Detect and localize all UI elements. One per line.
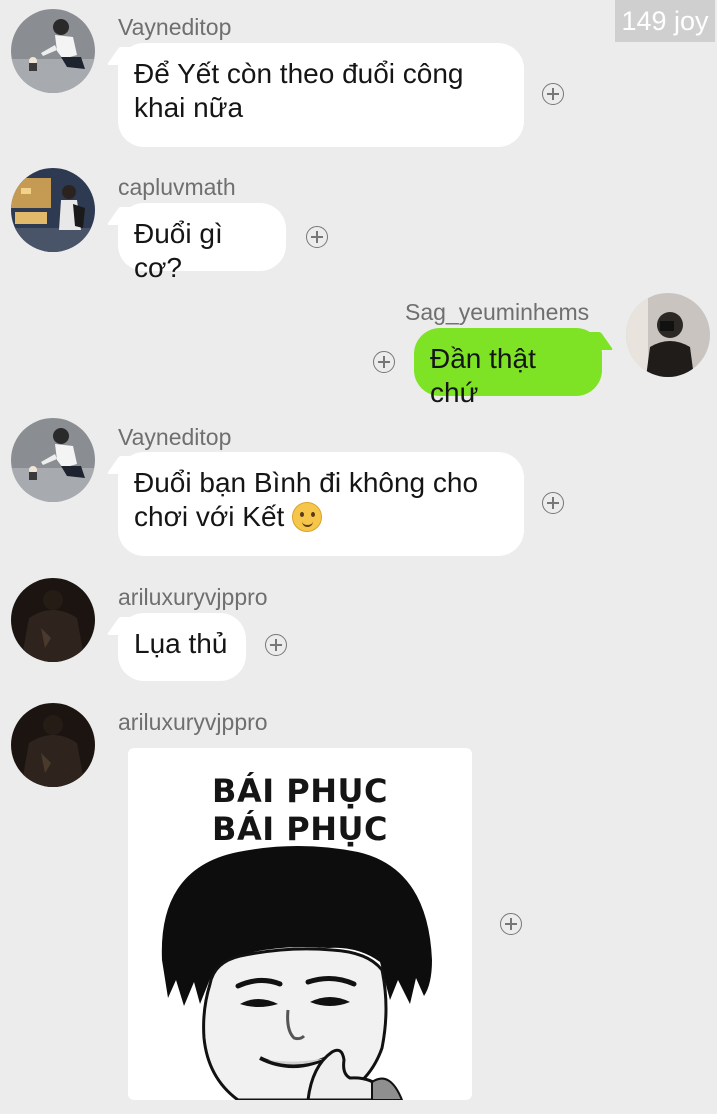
add-reaction-icon[interactable] [373, 351, 395, 373]
username-label: ariluxuryvjppro [118, 709, 268, 735]
avatar-capluvmath[interactable] [11, 168, 95, 252]
message-bubble[interactable]: Đuổi bạn Bình đi không cho chơi với Kết [118, 452, 524, 556]
message-bubble[interactable]: Để Yết còn theo đuổi công khai nữa [118, 43, 524, 147]
username-label: capluvmath [118, 174, 236, 200]
add-reaction-icon[interactable] [542, 492, 564, 514]
message-text-line: Đần thật chứ [430, 343, 536, 408]
message-text-line: Đuổi bạn Bình đi không cho [134, 467, 479, 498]
message-text-line: Để Yết còn theo đuổi công [134, 58, 464, 89]
avatar-ariluxuryvjppro[interactable] [11, 703, 95, 787]
username-label: ariluxuryvjppro [118, 584, 268, 610]
avatar-ariluxuryvjppro[interactable] [11, 578, 95, 662]
add-reaction-icon[interactable] [500, 913, 522, 935]
add-reaction-icon[interactable] [542, 83, 564, 105]
sticker-caption-line: BÁI PHỤC [212, 810, 388, 848]
sticker-caption-line: BÁI PHỤC [212, 772, 388, 810]
sticker-image[interactable]: BÁI PHỤC BÁI PHỤC [128, 748, 472, 1100]
message-bubble[interactable]: Đần thật chứ [414, 328, 602, 408]
avatar-vayneditop[interactable] [11, 9, 95, 93]
message-bubble[interactable]: Đuổi gì cơ? [118, 203, 286, 283]
username-label: Sag_yeuminhems [405, 299, 590, 325]
avatar-sag-yeuminhems[interactable] [626, 293, 710, 377]
message-text-line: Đuổi gì cơ? [134, 218, 223, 283]
message-bubble[interactable]: Lụa thủ [118, 613, 246, 681]
username-label: Vayneditop [118, 14, 232, 40]
message-text-line: khai nữa [134, 92, 244, 123]
add-reaction-icon[interactable] [306, 226, 328, 248]
add-reaction-icon[interactable] [265, 634, 287, 656]
joy-count-badge: 149 joy [615, 0, 715, 42]
message-text-line: chơi với Kết [134, 500, 508, 534]
message-text-line: Lụa thủ [134, 628, 228, 659]
slight-smile-emoji-icon [292, 502, 323, 532]
avatar-vayneditop[interactable] [11, 418, 95, 502]
username-label: Vayneditop [118, 424, 232, 450]
